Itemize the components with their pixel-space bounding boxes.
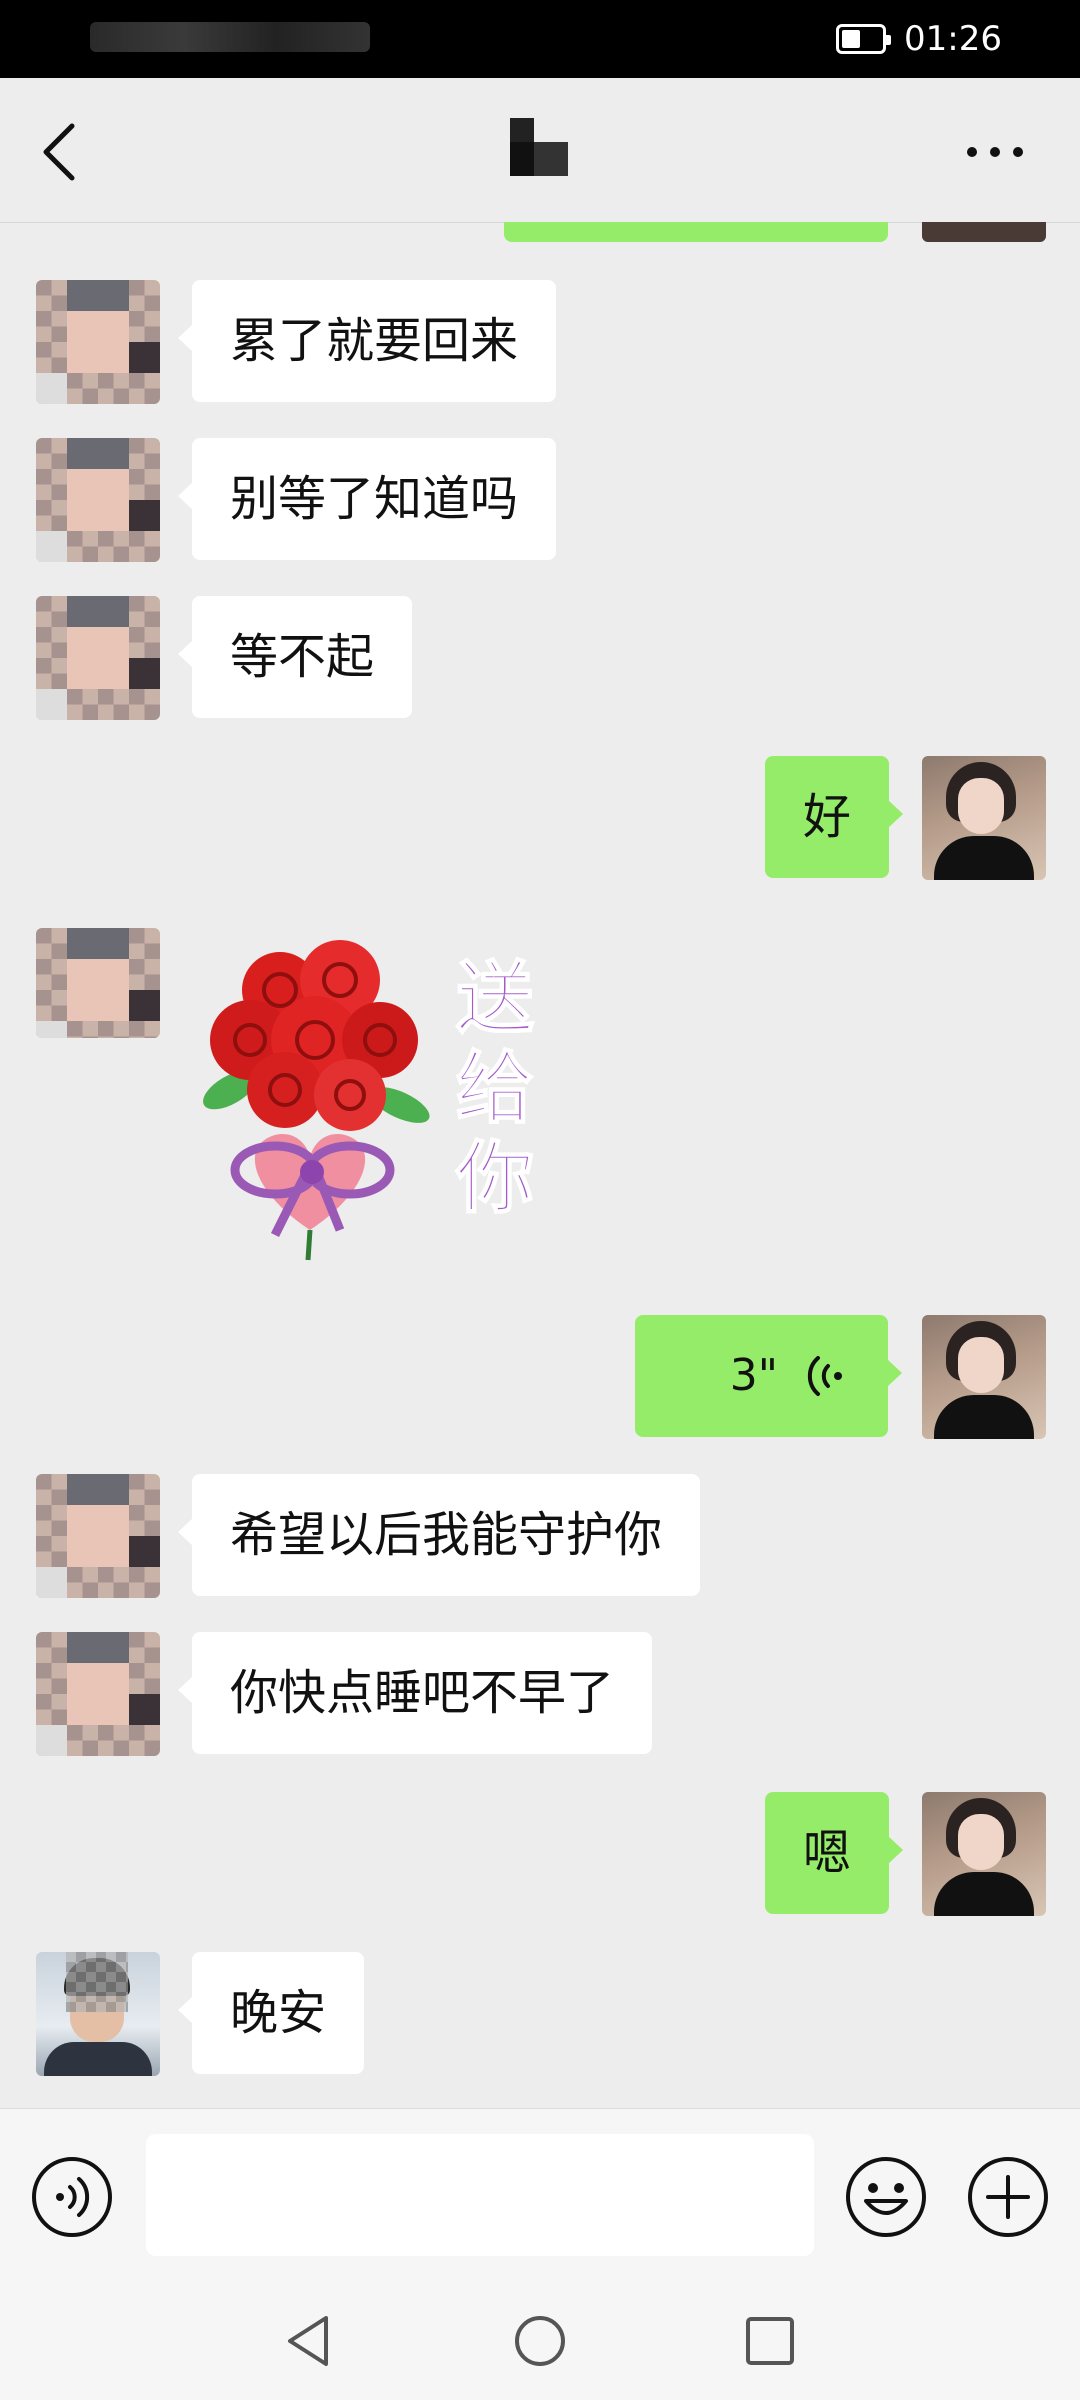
- sticker-text-3: 你: [455, 1133, 534, 1224]
- partial-message-bubble[interactable]: [504, 222, 888, 242]
- my-avatar[interactable]: [922, 1792, 1046, 1916]
- outgoing-message-bubble[interactable]: 嗯: [765, 1792, 904, 1914]
- nav-back-icon[interactable]: [282, 2312, 338, 2370]
- incoming-message-bubble[interactable]: 累了就要回来: [177, 280, 557, 402]
- voice-wave-icon: [807, 1356, 842, 1396]
- voice-input-icon[interactable]: [30, 2155, 114, 2239]
- emoji-icon[interactable]: [844, 2155, 928, 2239]
- rose-bouquet-sticker[interactable]: 送 给 你: [190, 930, 560, 1280]
- my-avatar[interactable]: [922, 756, 1046, 880]
- sticker-text-1: 送: [456, 953, 534, 1044]
- back-arrow-icon[interactable]: [30, 112, 90, 192]
- contact-avatar[interactable]: [36, 280, 160, 404]
- contact-avatar[interactable]: [36, 438, 160, 562]
- status-notification-area: [90, 22, 370, 52]
- incoming-message-bubble[interactable]: 别等了知道吗: [177, 438, 557, 560]
- contact-avatar[interactable]: [36, 596, 160, 720]
- battery-icon: [836, 24, 891, 54]
- outgoing-message-bubble[interactable]: 好: [765, 756, 904, 878]
- contact-avatar[interactable]: [36, 1952, 160, 2076]
- incoming-message-bubble[interactable]: 等不起: [177, 596, 413, 718]
- incoming-message-bubble[interactable]: 希望以后我能守护你: [177, 1474, 701, 1596]
- status-bar: 01:26: [0, 0, 1080, 78]
- contact-avatar[interactable]: [36, 928, 160, 1038]
- contact-avatar[interactable]: [36, 1632, 160, 1756]
- sticker-text-2: 给: [456, 1043, 534, 1134]
- my-avatar[interactable]: [922, 1315, 1046, 1439]
- outgoing-voice-bubble[interactable]: 3": [635, 1315, 902, 1437]
- chat-title-avatar: [510, 118, 568, 176]
- incoming-message-bubble[interactable]: 晚安: [177, 1952, 365, 2074]
- partial-avatar: [922, 222, 1046, 242]
- voice-duration: 3": [729, 1350, 778, 1401]
- nav-recent-apps-icon[interactable]: [742, 2312, 798, 2370]
- incoming-message-bubble[interactable]: 你快点睡吧不早了: [177, 1632, 653, 1754]
- contact-avatar[interactable]: [36, 1474, 160, 1598]
- status-time: 01:26: [904, 19, 1002, 59]
- more-functions-plus-icon[interactable]: [966, 2155, 1050, 2239]
- more-options-icon[interactable]: [960, 130, 1030, 174]
- nav-home-icon[interactable]: [512, 2312, 568, 2370]
- message-input[interactable]: [146, 2134, 814, 2256]
